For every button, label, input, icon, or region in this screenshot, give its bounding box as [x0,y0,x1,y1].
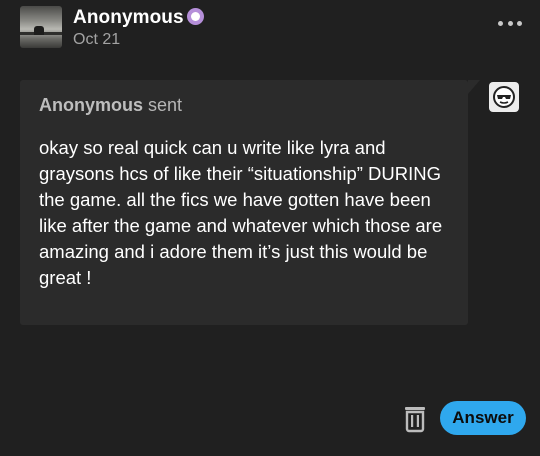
more-dot [517,20,522,26]
more-options-icon[interactable] [498,18,522,28]
ask-question-text: okay so real quick can u write like lyra… [39,137,443,288]
anonymous-sunglasses-icon [489,82,519,112]
trash-icon[interactable] [402,405,428,433]
post-author-name[interactable]: Anonymous [73,7,184,28]
ask-bubble: Anonymous sent okay so real quick can u … [20,80,480,325]
avatar-figure [34,26,44,35]
post-author-header[interactable]: Anonymous [73,7,204,29]
answer-button[interactable]: Answer [440,401,526,435]
ask-bubble-tail [468,80,480,94]
asker-line: Anonymous sent [39,95,182,116]
sent-label: sent [148,95,183,115]
more-dot [507,20,513,26]
author-avatar[interactable] [20,6,62,48]
more-dot [498,20,503,26]
purple-badge-icon [186,8,204,25]
post-date: Oct 21 [73,31,121,48]
asker-name: Anonymous [39,95,144,115]
